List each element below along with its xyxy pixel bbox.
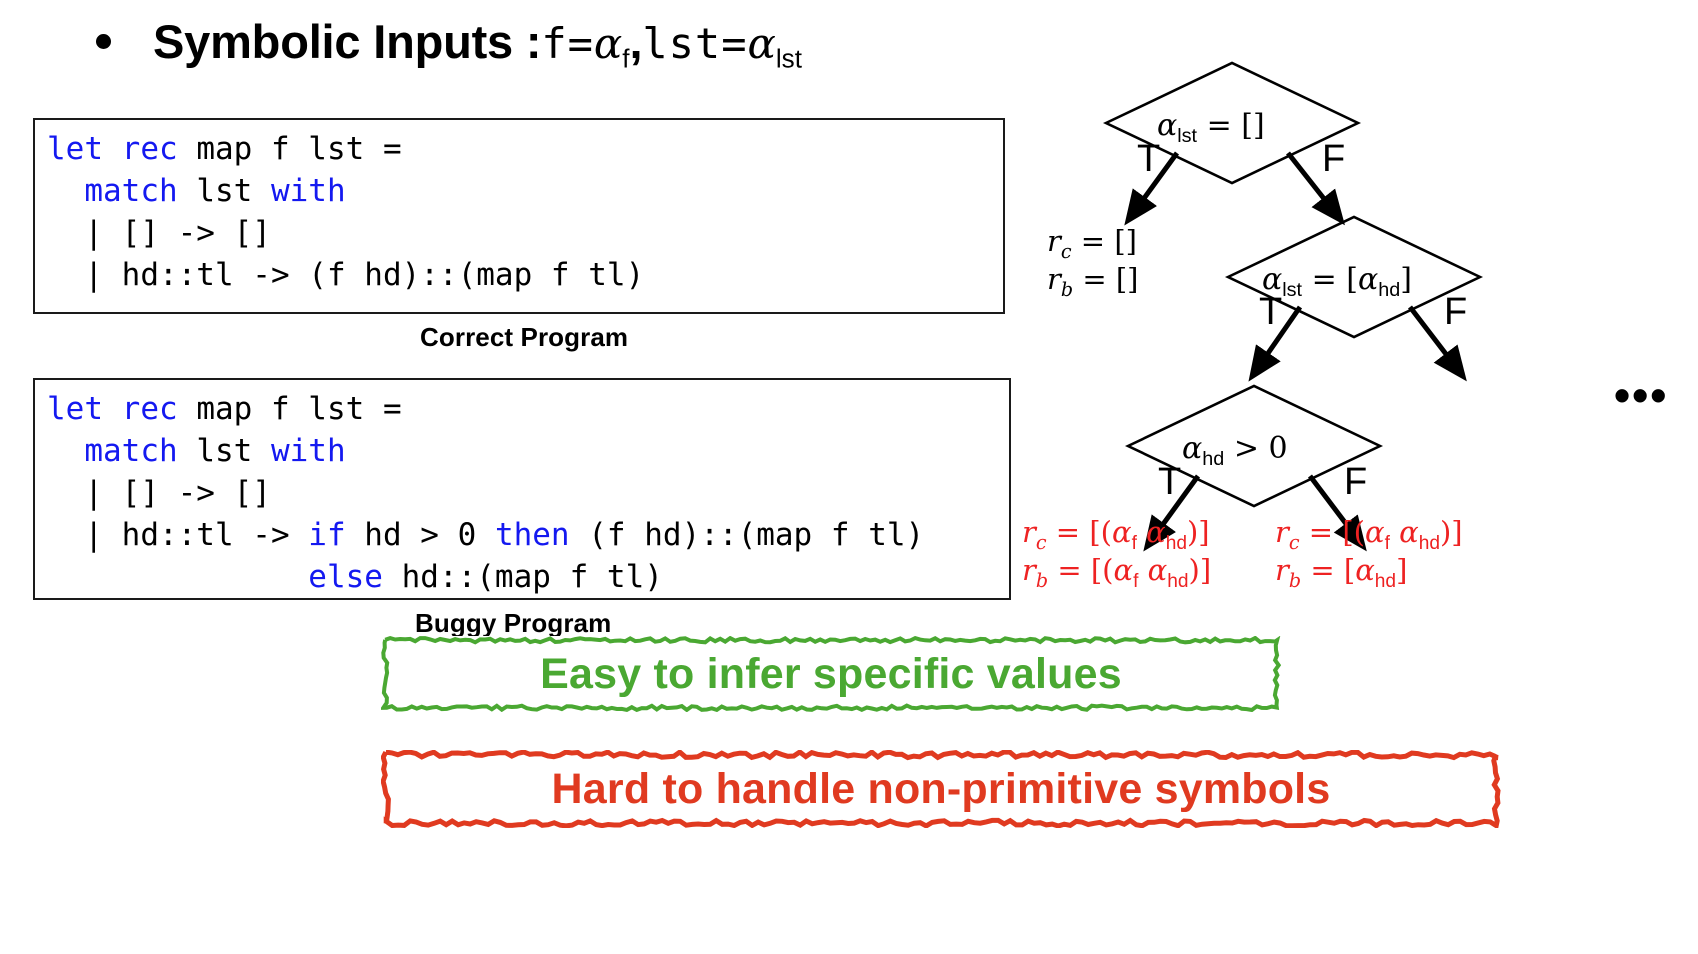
edge-label-true-2: T xyxy=(1259,291,1283,333)
code-keyword: let rec xyxy=(47,131,178,167)
code-keyword: let rec xyxy=(47,391,178,427)
headline-lst-var: lst= xyxy=(642,19,748,68)
buggy-program-caption: Buggy Program xyxy=(415,608,612,638)
leaf-1-rb: rb = [] xyxy=(1047,262,1139,301)
headline-bullet-line: Symbolic Inputs : f= αf , lst= αlst xyxy=(96,14,802,74)
code-text: map f lst = xyxy=(177,391,402,427)
headline-lst-symbol: αlst xyxy=(747,19,802,74)
code-keyword: with xyxy=(270,173,346,209)
edge-label-false-2: F xyxy=(1444,291,1468,333)
headline-comma: , xyxy=(629,15,643,68)
code-text: | [] -> [] xyxy=(47,475,271,511)
code-text: | hd::tl -> xyxy=(47,517,309,553)
correct-program-code-block: let rec map f lst = match lst with | [] … xyxy=(33,118,1005,314)
code-text: lst xyxy=(177,433,271,469)
leaf-3-rb: rb = [αhd] xyxy=(1275,553,1408,592)
decision-node-2-label: αlst = [αhd] xyxy=(1262,262,1412,301)
code-keyword: with xyxy=(270,433,346,469)
edge-label-false-1: F xyxy=(1322,138,1346,180)
headline-f-symbol: αf xyxy=(593,19,630,74)
code-text: | [] -> [] xyxy=(47,215,271,251)
leaf-2-rb: rb = [(αf αhd)] xyxy=(1022,553,1212,592)
correct-program-caption: Correct Program xyxy=(420,322,629,352)
code-keyword: match xyxy=(84,173,178,209)
code-text: map f lst = xyxy=(177,131,402,167)
code-keyword: match xyxy=(84,433,178,469)
callout-green-label: Easy to infer specific values xyxy=(540,649,1122,698)
leaf-3-rc: rc = [(αf αhd)] xyxy=(1275,515,1463,554)
callout-green-easy: Easy to infer specific values xyxy=(381,636,1281,712)
headline-f-var: f= xyxy=(541,19,594,68)
code-text: hd::(map f tl) xyxy=(382,559,663,595)
code-text: hd > 0 xyxy=(345,517,495,553)
callout-red-label: Hard to handle non-primitive symbols xyxy=(551,764,1331,813)
edge-label-false-3: F xyxy=(1344,461,1368,503)
decision-node-1-label: αlst = [] xyxy=(1157,108,1265,147)
headline-f-subscript: f xyxy=(622,43,630,74)
decision-node-3-label: αhd > 0 xyxy=(1182,431,1288,470)
leaf-2-rc: rc = [(αf αhd)] xyxy=(1022,515,1210,554)
edge-label-true-3: T xyxy=(1158,461,1182,503)
headline-lst-subscript: lst xyxy=(775,43,802,74)
bullet-dot-icon xyxy=(96,34,111,49)
edge-label-true-1: T xyxy=(1137,138,1161,180)
leaf-1-rc: rc = [] xyxy=(1047,224,1137,263)
buggy-program-code-block: let rec map f lst = match lst with | [] … xyxy=(33,378,1011,600)
code-keyword: if xyxy=(308,517,346,553)
code-text: (f hd)::(map f tl) xyxy=(569,517,925,553)
headline-prefix: Symbolic Inputs : xyxy=(153,15,542,68)
code-keyword: then xyxy=(494,517,570,553)
code-keyword: else xyxy=(308,559,383,595)
callout-red-hard: Hard to handle non-primitive symbols xyxy=(381,750,1501,828)
code-text: | hd::tl -> (f hd)::(map f tl) xyxy=(47,257,645,293)
code-text: lst xyxy=(177,173,271,209)
slide-canvas: Symbolic Inputs : f= αf , lst= αlst let … xyxy=(0,0,1698,954)
tree-ellipsis: ••• xyxy=(1614,369,1669,421)
